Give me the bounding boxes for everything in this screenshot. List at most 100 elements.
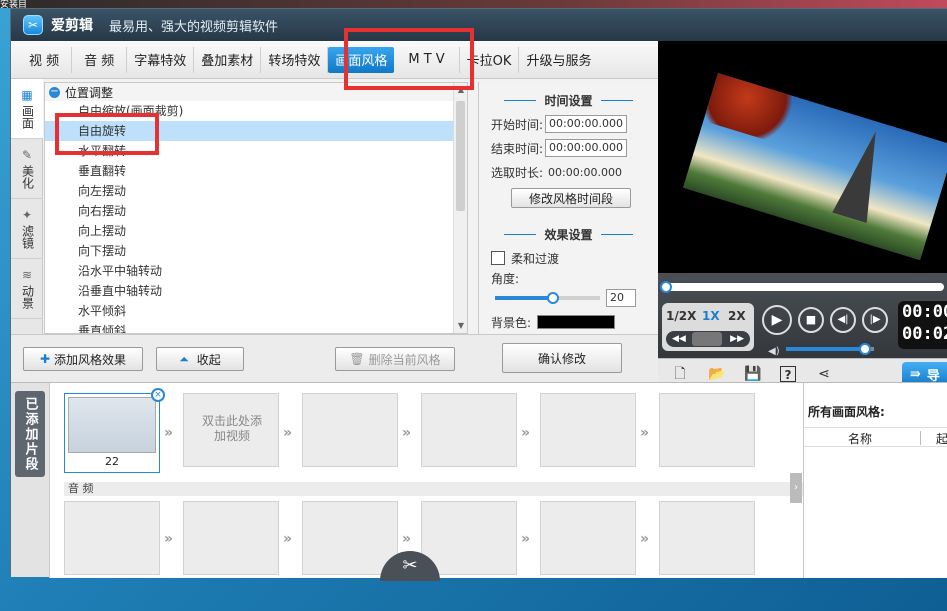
add-video-placeholder-text: 双击此处添加视频 (202, 414, 263, 443)
list-item[interactable]: 水平倾斜 (45, 301, 467, 321)
save-icon[interactable]: 💾 (744, 366, 761, 382)
audio-slot[interactable] (183, 501, 279, 575)
speed-slider[interactable]: ◀◀ ▶▶ (666, 331, 750, 347)
scroll-down-icon[interactable]: ▼ (454, 319, 467, 333)
list-item[interactable]: 沿垂直中轴转动 (45, 281, 467, 301)
list-item[interactable]: 垂直倾斜 (45, 321, 467, 333)
app-subtitle: 最易用、强大的视频剪辑软件 (109, 19, 279, 35)
chevron-right-icon: » (640, 425, 650, 441)
side-tab-picture-label: 画面 (20, 104, 35, 129)
clip-thumbnail[interactable]: 22 × (64, 388, 165, 473)
added-clips-tab[interactable]: 已添加片段 (15, 391, 45, 477)
list-item[interactable]: 向左摆动 (45, 181, 467, 201)
side-tab-picture[interactable]: ▦ 画面 (11, 79, 43, 139)
highlight-box-item (55, 113, 159, 155)
list-item[interactable]: 向下摆动 (45, 241, 467, 261)
play-icon[interactable]: ▶ (762, 305, 792, 335)
tab-video[interactable]: 视 频 (17, 46, 73, 73)
duration-label: 选取时长: (491, 165, 544, 180)
volume-control: ◀) (768, 343, 878, 357)
list-item[interactable]: 垂直翻转 (45, 161, 467, 181)
side-tab-bar: ▦ 画面 ✎ 美化 ✦ 滤镜 ≋ 动景 (11, 79, 43, 334)
speed-1x-button[interactable]: 1X (702, 309, 720, 323)
col-header-name[interactable]: 名称 (848, 430, 872, 447)
rewind-icon: ◀◀ (672, 334, 686, 344)
share-icon[interactable]: ⋖ (816, 366, 832, 382)
collapse-button[interactable]: ⏶ 收起 (156, 347, 244, 371)
angle-slider[interactable] (495, 292, 600, 304)
stop-icon[interactable]: ■ (798, 307, 824, 333)
duration-row: 选取时长: 00:00:00.000 (479, 160, 658, 184)
current-time: 00:00 (902, 302, 947, 322)
side-tab-beautify[interactable]: ✎ 美化 (11, 139, 43, 199)
list-scrollbar[interactable]: ▲ ▼ (453, 83, 467, 333)
tab-audio[interactable]: 音 频 (72, 46, 128, 73)
add-style-effect-button[interactable]: ✚ 添加风格效果 (23, 347, 143, 371)
time-settings-title: 时间设置 (479, 88, 658, 112)
delete-current-style-button[interactable]: 🗑 删除当前风格 (335, 347, 455, 371)
angle-label: 角度: (491, 271, 520, 286)
help-icon[interactable]: ? (780, 366, 796, 382)
angle-input[interactable]: 20 (606, 289, 636, 307)
modify-style-time-button[interactable]: 修改风格时间段 (511, 188, 631, 208)
audio-slot[interactable] (540, 501, 636, 575)
tab-subtitle-effects[interactable]: 字幕特效 (127, 46, 195, 73)
list-item[interactable]: 沿水平中轴转动 (45, 261, 467, 281)
scroll-thumb[interactable] (456, 101, 465, 211)
app-logo-icon: ✂ (23, 15, 43, 35)
start-time-input[interactable]: 00:00:00.000 (545, 115, 628, 133)
remove-clip-icon[interactable]: × (151, 388, 165, 402)
soft-transition-checkbox[interactable] (491, 251, 505, 265)
clip-slot[interactable] (540, 393, 636, 467)
list-item[interactable]: 向上摆动 (45, 221, 467, 241)
speed-half-button[interactable]: 1/2X (666, 309, 696, 323)
collapse-group-icon[interactable]: − (49, 86, 60, 98)
clip-slot[interactable] (659, 393, 755, 467)
tab-upgrade-service[interactable]: 升级与服务 (519, 47, 598, 73)
audio-slot[interactable] (302, 501, 398, 575)
volume-knob[interactable] (859, 343, 872, 355)
add-video-placeholder[interactable]: 双击此处添加视频 (183, 393, 279, 467)
panel-toggle-arrow[interactable]: › (790, 473, 802, 503)
highlight-box-tab (344, 28, 474, 90)
side-tab-motion[interactable]: ≋ 动景 (11, 259, 43, 319)
timeline-area: 已添加片段 22 × » 双击此处添加视频 » » » » 音 频 » » » … (11, 382, 947, 581)
clip-track: 22 × » 双击此处添加视频 » » » » 音 频 » » » » » ✂ (49, 383, 805, 581)
speed-slider-thumb[interactable] (692, 332, 722, 346)
list-item[interactable]: 向右摆动 (45, 201, 467, 221)
angle-slider-fill (495, 296, 553, 300)
audio-slot[interactable] (659, 501, 755, 575)
open-folder-icon[interactable]: 📂 (708, 366, 725, 382)
next-frame-icon[interactable]: |▶ (862, 307, 888, 333)
angle-control-row: 20 (479, 286, 658, 310)
side-tab-filter[interactable]: ✦ 滤镜 (11, 199, 43, 259)
speed-2x-button[interactable]: 2X (728, 309, 746, 323)
sparkle-icon: ✦ (21, 207, 33, 222)
chevron-right-icon: » (283, 425, 293, 441)
progress-knob[interactable] (660, 281, 672, 293)
prev-frame-icon[interactable]: ◀| (830, 307, 856, 333)
styles-list-panel: 所有画面风格: 名称 起 (803, 383, 947, 578)
tab-transition-effects[interactable]: 转场特效 (261, 46, 329, 73)
soft-transition-row: 柔和过渡 (479, 246, 658, 270)
audio-slot[interactable] (64, 501, 160, 575)
new-project-icon[interactable]: 🗋 (672, 366, 688, 382)
audio-track-label: 音 频 (64, 482, 805, 496)
chevron-right-icon: » (402, 425, 412, 441)
volume-slider[interactable] (786, 343, 874, 355)
bg-color-swatch[interactable] (537, 315, 616, 329)
picture-icon: ▦ (21, 87, 33, 102)
duration-value: 00:00:00.000 (548, 165, 622, 179)
clip-slot[interactable] (302, 393, 398, 467)
confirm-modify-button[interactable]: 确认修改 (502, 343, 622, 373)
angle-slider-knob[interactable] (546, 292, 559, 304)
col-header-start[interactable]: 起 (936, 430, 947, 447)
progress-bar[interactable] (660, 281, 944, 293)
audio-slot[interactable] (421, 501, 517, 575)
end-time-input[interactable]: 00:00:00.000 (545, 139, 628, 157)
time-display: 00:00 00:02 (898, 301, 947, 349)
angle-label-row: 角度: (479, 270, 658, 286)
chevron-right-icon: » (402, 531, 412, 547)
tab-overlay-materials[interactable]: 叠加素材 (194, 46, 262, 73)
clip-slot[interactable] (421, 393, 517, 467)
